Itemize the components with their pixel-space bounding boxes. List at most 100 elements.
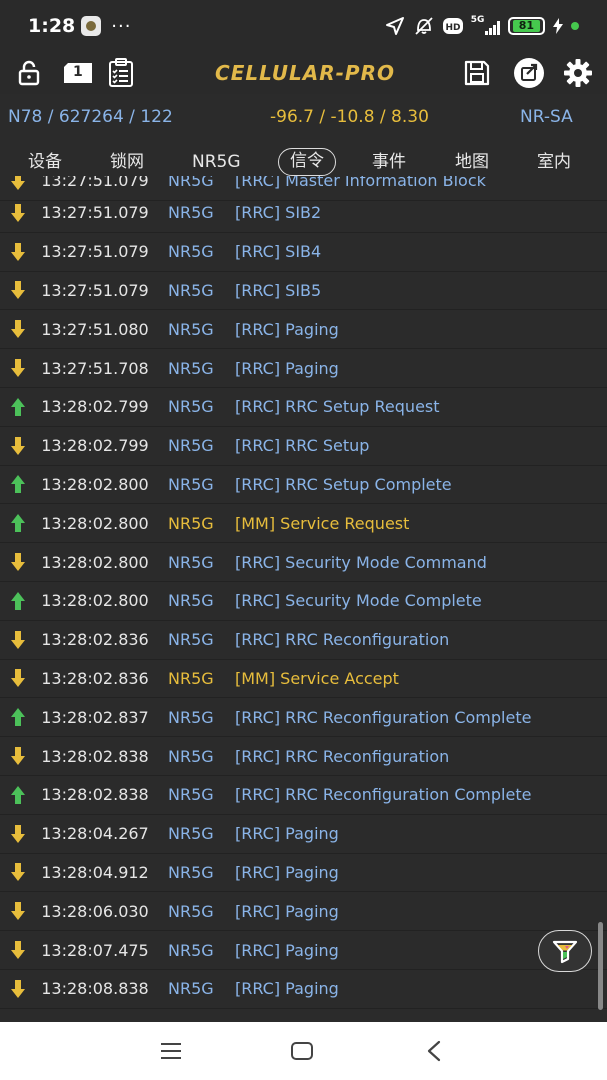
message-rat: NR5G <box>168 176 214 191</box>
message-rat: NR5G <box>168 668 214 688</box>
filter-icon <box>552 940 578 964</box>
message-rat: NR5G <box>168 513 214 533</box>
privacy-indicator-dot <box>571 22 579 30</box>
message-rat: NR5G <box>168 824 214 844</box>
status-bar: 1:28 ··· HD 5G 81 <box>0 0 607 52</box>
list-item[interactable]: 13:28:02.800 NR5G [RRC] Security Mode Comp… <box>0 582 607 621</box>
list-item[interactable]: 13:27:51.708 NR5G [RRC] Paging <box>0 349 607 388</box>
message-time: 13:28:02.800 <box>41 513 149 533</box>
signal-icon: 5G <box>470 15 500 35</box>
downlink-arrow-icon <box>9 176 27 191</box>
tab-indoor[interactable]: 室内 <box>537 148 571 176</box>
tab-signaling[interactable]: 信令 <box>278 148 336 176</box>
battery-icon: 81 <box>507 17 545 35</box>
list-item[interactable]: 13:28:02.800 NR5G [RRC] Security Mode Comm… <box>0 543 607 582</box>
message-rat: NR5G <box>168 436 214 456</box>
app-toolbar: 1 Cellular-Pro <box>0 52 607 94</box>
home-button[interactable] <box>285 1036 319 1066</box>
message-name: [RRC] RRC Setup <box>235 436 370 456</box>
menu-icon <box>161 1043 181 1059</box>
filter-button[interactable] <box>538 930 592 972</box>
list-item[interactable]: 13:28:04.267 NR5G [RRC] Paging <box>0 815 607 854</box>
tab-nr5g[interactable]: NR5G <box>192 148 241 176</box>
list-item[interactable]: 13:28:02.799 NR5G [RRC] RRC Setup Request <box>0 388 607 427</box>
message-time: 13:28:04.912 <box>41 862 149 882</box>
message-name: [RRC] Paging <box>235 824 339 844</box>
tab-lock-network[interactable]: 锁网 <box>110 148 144 176</box>
downlink-arrow-icon <box>9 940 27 960</box>
message-name: [RRC] Paging <box>235 862 339 882</box>
hd-icon: HD <box>442 18 463 34</box>
list-scrollbar[interactable] <box>598 922 603 1010</box>
network-type-label: 5G <box>470 15 485 25</box>
message-name: [RRC] Paging <box>235 979 339 999</box>
message-time: 13:27:51.079 <box>41 176 149 191</box>
message-name: [RRC] Paging <box>235 940 339 960</box>
share-button[interactable] <box>512 56 546 90</box>
svg-text:HD: HD <box>445 23 460 33</box>
list-item[interactable]: 13:28:02.838 NR5G [RRC] RRC Reconfiguratio… <box>0 737 607 776</box>
list-item[interactable]: 13:28:02.838 NR5G [RRC] RRC Reconfiguratio… <box>0 776 607 815</box>
tab-events[interactable]: 事件 <box>372 148 406 176</box>
list-item[interactable]: 13:28:02.799 NR5G [RRC] RRC Setup <box>0 427 607 466</box>
list-item[interactable]: 13:28:02.837 NR5G [RRC] RRC Reconfiguratio… <box>0 698 607 738</box>
message-time: 13:27:51.080 <box>41 319 149 339</box>
list-item[interactable]: 13:28:02.836 NR5G [MM] Service Accept <box>0 660 607 699</box>
signal-metrics: -96.7 / -10.8 / 8.30 <box>270 107 429 127</box>
message-name: [RRC] SIB5 <box>235 280 322 300</box>
list-item[interactable]: 13:27:51.079 NR5G [RRC] SIB2 <box>0 194 607 233</box>
signaling-list[interactable]: 13:27:51.079 NR5G [RRC] Master Informati… <box>0 176 607 1022</box>
app-logo: Cellular-Pro <box>215 61 395 85</box>
list-item[interactable]: 13:27:51.080 NR5G [RRC] Paging <box>0 310 607 350</box>
message-name: [RRC] Paging <box>235 358 339 378</box>
message-time: 13:28:06.030 <box>41 901 149 921</box>
back-button[interactable] <box>417 1036 451 1066</box>
message-rat: NR5G <box>168 901 214 921</box>
tab-map[interactable]: 地图 <box>455 148 489 176</box>
mute-icon <box>415 17 433 35</box>
downlink-arrow-icon <box>9 280 27 300</box>
lock-button[interactable] <box>12 56 46 90</box>
downlink-arrow-icon <box>9 203 27 223</box>
clipboard-icon <box>109 58 133 87</box>
list-item[interactable]: 13:28:04.912 NR5G [RRC] Paging <box>0 854 607 893</box>
sim-selector-button[interactable]: 1 <box>60 56 96 90</box>
message-rat: NR5G <box>168 785 214 805</box>
uplink-arrow-icon <box>9 785 27 805</box>
message-time: 13:28:08.838 <box>41 979 149 999</box>
tab-device[interactable]: 设备 <box>28 148 62 176</box>
list-item[interactable]: 13:28:02.800 NR5G [MM] Service Request <box>0 504 607 544</box>
message-name: [RRC] Security Mode Complete <box>235 591 482 611</box>
home-icon <box>291 1042 313 1060</box>
battery-level: 81 <box>512 20 540 32</box>
downlink-arrow-icon <box>9 436 27 456</box>
list-item[interactable]: 13:28:07.475 NR5G [RRC] Paging <box>0 931 607 970</box>
clipboard-button[interactable] <box>104 56 138 90</box>
settings-button[interactable] <box>561 56 595 90</box>
message-name: [RRC] SIB4 <box>235 242 322 262</box>
list-item[interactable]: 13:28:02.836 NR5G [RRC] RRC Reconfiguratio… <box>0 621 607 660</box>
message-time: 13:27:51.079 <box>41 280 149 300</box>
message-rat: NR5G <box>168 552 214 572</box>
save-button[interactable] <box>460 56 494 90</box>
settings-icon <box>564 59 592 87</box>
message-time: 13:28:02.836 <box>41 668 149 688</box>
list-item[interactable]: 13:27:51.079 NR5G [RRC] SIB4 <box>0 233 607 272</box>
message-name: [RRC] RRC Reconfiguration <box>235 746 450 766</box>
message-time: 13:28:02.800 <box>41 552 149 572</box>
list-item[interactable]: 13:28:08.838 NR5G [RRC] Paging <box>0 970 607 1009</box>
message-name: [MM] Service Request <box>235 513 410 533</box>
message-rat: NR5G <box>168 979 214 999</box>
message-name: [RRC] RRC Reconfiguration Complete <box>235 707 532 727</box>
message-name: [RRC] RRC Reconfiguration <box>235 630 450 650</box>
list-item[interactable]: 13:28:06.030 NR5G [RRC] Paging <box>0 892 607 932</box>
list-item[interactable]: 13:27:51.079 NR5G [RRC] SIB5 <box>0 272 607 311</box>
message-name: [RRC] Paging <box>235 319 339 339</box>
list-item[interactable]: 13:28:02.800 NR5G [RRC] RRC Setup Complete <box>0 466 607 505</box>
navigation-icon <box>385 17 404 35</box>
message-time: 13:28:02.838 <box>41 746 149 766</box>
message-time: 13:28:02.837 <box>41 707 149 727</box>
downlink-arrow-icon <box>9 358 27 378</box>
menu-button[interactable] <box>154 1036 188 1066</box>
message-time: 13:28:07.475 <box>41 940 149 960</box>
